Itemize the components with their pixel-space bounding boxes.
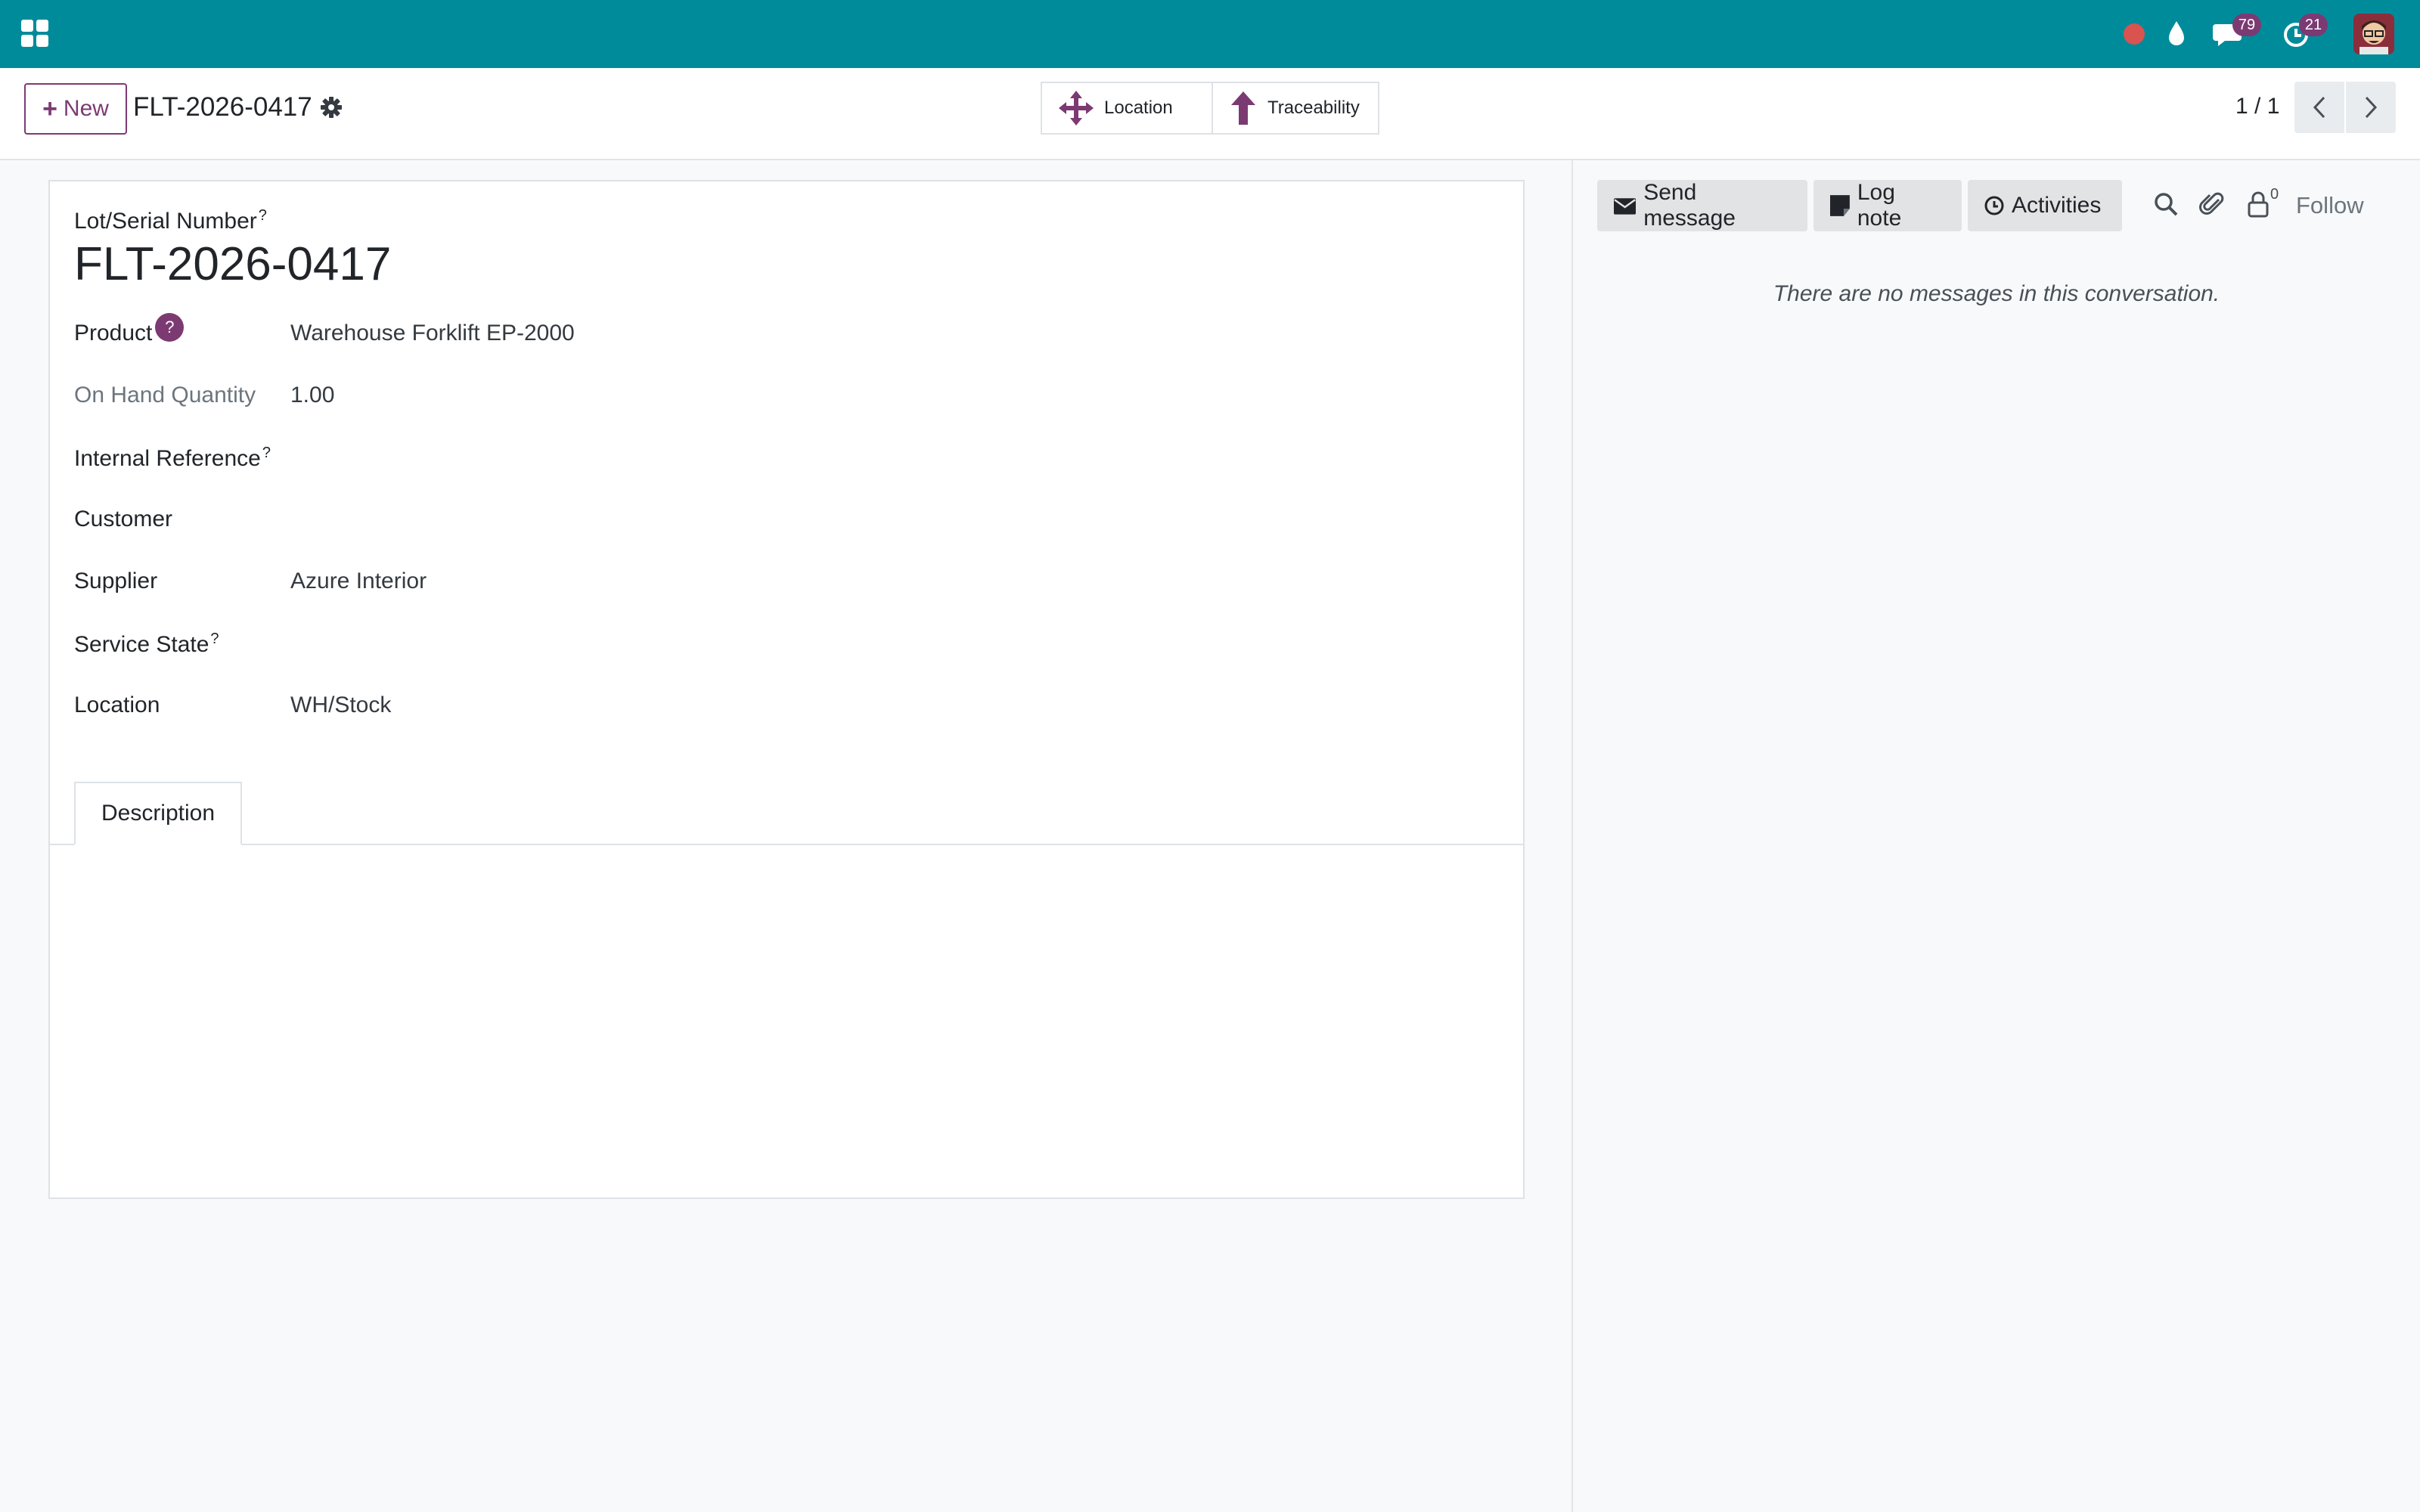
move-arrows-icon <box>1059 91 1094 125</box>
location-value[interactable]: WH/Stock <box>290 692 391 718</box>
service-state-label: Service State? <box>74 631 219 658</box>
lot-serial-label: Lot/Serial Number? <box>74 207 267 234</box>
internal-reference-label: Internal Reference? <box>74 445 271 472</box>
log-note-button[interactable]: Log note <box>1813 180 1962 231</box>
on-hand-quantity-value: 1.00 <box>290 383 335 407</box>
location-label: Location <box>74 692 160 717</box>
product-label-text: Product <box>74 321 153 345</box>
new-button[interactable]: + New <box>24 83 127 135</box>
plus-icon: + <box>42 94 57 123</box>
lot-serial-label-text: Lot/Serial Number <box>74 209 257 234</box>
traceability-smart-label: Traceability <box>1267 98 1360 118</box>
traceability-smart-button[interactable]: Traceability <box>1212 83 1378 133</box>
location-smart-label: Location <box>1104 98 1173 118</box>
field-service-state: Service State? <box>74 624 1435 662</box>
breadcrumb-title: FLT-2026-0417 <box>133 92 312 122</box>
location-smart-button[interactable]: Location <box>1042 83 1212 133</box>
chevron-left-icon <box>2313 96 2325 119</box>
chatter-divider <box>1571 160 1573 1512</box>
record-name-field[interactable]: FLT-2026-0417 <box>74 237 391 291</box>
help-tooltip-mark[interactable]: ? <box>259 207 267 224</box>
customer-label: Customer <box>74 507 173 531</box>
field-on-hand-quantity: On Hand Quantity 1.00 <box>74 376 1435 414</box>
empty-conversation-text: There are no messages in this conversati… <box>1773 281 2220 306</box>
field-internal-reference: Internal Reference? <box>74 438 1435 476</box>
user-avatar[interactable] <box>2353 14 2394 54</box>
control-panel: + New FLT-2026-0417 Location Traceabilit… <box>0 68 2420 160</box>
notebook-tabs: Description <box>50 782 1523 845</box>
send-message-button[interactable]: Send message <box>1597 180 1807 231</box>
log-note-label: Log note <box>1857 180 1902 231</box>
follow-button[interactable]: Follow <box>2296 192 2364 219</box>
supplier-label: Supplier <box>74 569 158 593</box>
sticky-note-icon <box>1830 195 1850 216</box>
gear-icon[interactable] <box>319 95 343 119</box>
service-state-label-text: Service State <box>74 632 209 657</box>
supplier-value[interactable]: Azure Interior <box>290 569 427 594</box>
messages-badge: 79 <box>2232 14 2261 36</box>
paperclip-icon[interactable] <box>2199 191 2226 218</box>
help-circle-icon[interactable]: ? <box>155 313 185 342</box>
apps-menu-icon[interactable] <box>21 20 48 47</box>
droplet-icon[interactable] <box>2164 17 2189 50</box>
field-product: Product? Warehouse Forklift EP-2000 <box>74 313 1435 352</box>
activities-label: Activities <box>2012 193 2102 218</box>
smart-buttons: Location Traceability <box>1041 82 1379 135</box>
pager-value[interactable]: 1 / 1 <box>2235 94 2279 119</box>
recording-dot-icon[interactable] <box>2124 23 2145 45</box>
product-label: Product? <box>74 313 185 346</box>
field-location: Location WH/Stock <box>74 686 1435 724</box>
activities-badge: 21 <box>2299 14 2328 36</box>
field-customer: Customer <box>74 500 1435 538</box>
internal-reference-label-text: Internal Reference <box>74 446 261 471</box>
clock-icon <box>1984 196 2004 215</box>
tab-description[interactable]: Description <box>74 782 242 845</box>
send-message-label: Send message <box>1643 180 1736 231</box>
help-tooltip-mark[interactable]: ? <box>262 445 271 461</box>
chevron-right-icon <box>2365 96 2378 119</box>
follower-count: 0 <box>2270 186 2279 203</box>
form-sheet: Lot/Serial Number? FLT-2026-0417 Product… <box>48 180 1525 1199</box>
new-button-label: New <box>63 96 109 121</box>
on-hand-quantity-label: On Hand Quantity <box>74 383 256 407</box>
arrow-up-icon <box>1231 91 1255 125</box>
field-supplier: Supplier Azure Interior <box>74 562 1435 600</box>
pager-previous-button[interactable] <box>2294 82 2344 133</box>
top-navbar: 79 21 <box>0 0 2420 68</box>
envelope-icon <box>1614 198 1637 215</box>
search-icon[interactable] <box>2152 191 2180 218</box>
help-tooltip-mark[interactable]: ? <box>210 631 219 647</box>
activities-button[interactable]: Activities <box>1968 180 2122 231</box>
product-value[interactable]: Warehouse Forklift EP-2000 <box>290 321 575 346</box>
pager-next-button[interactable] <box>2346 82 2396 133</box>
follower-lock-icon[interactable] <box>2245 191 2272 218</box>
